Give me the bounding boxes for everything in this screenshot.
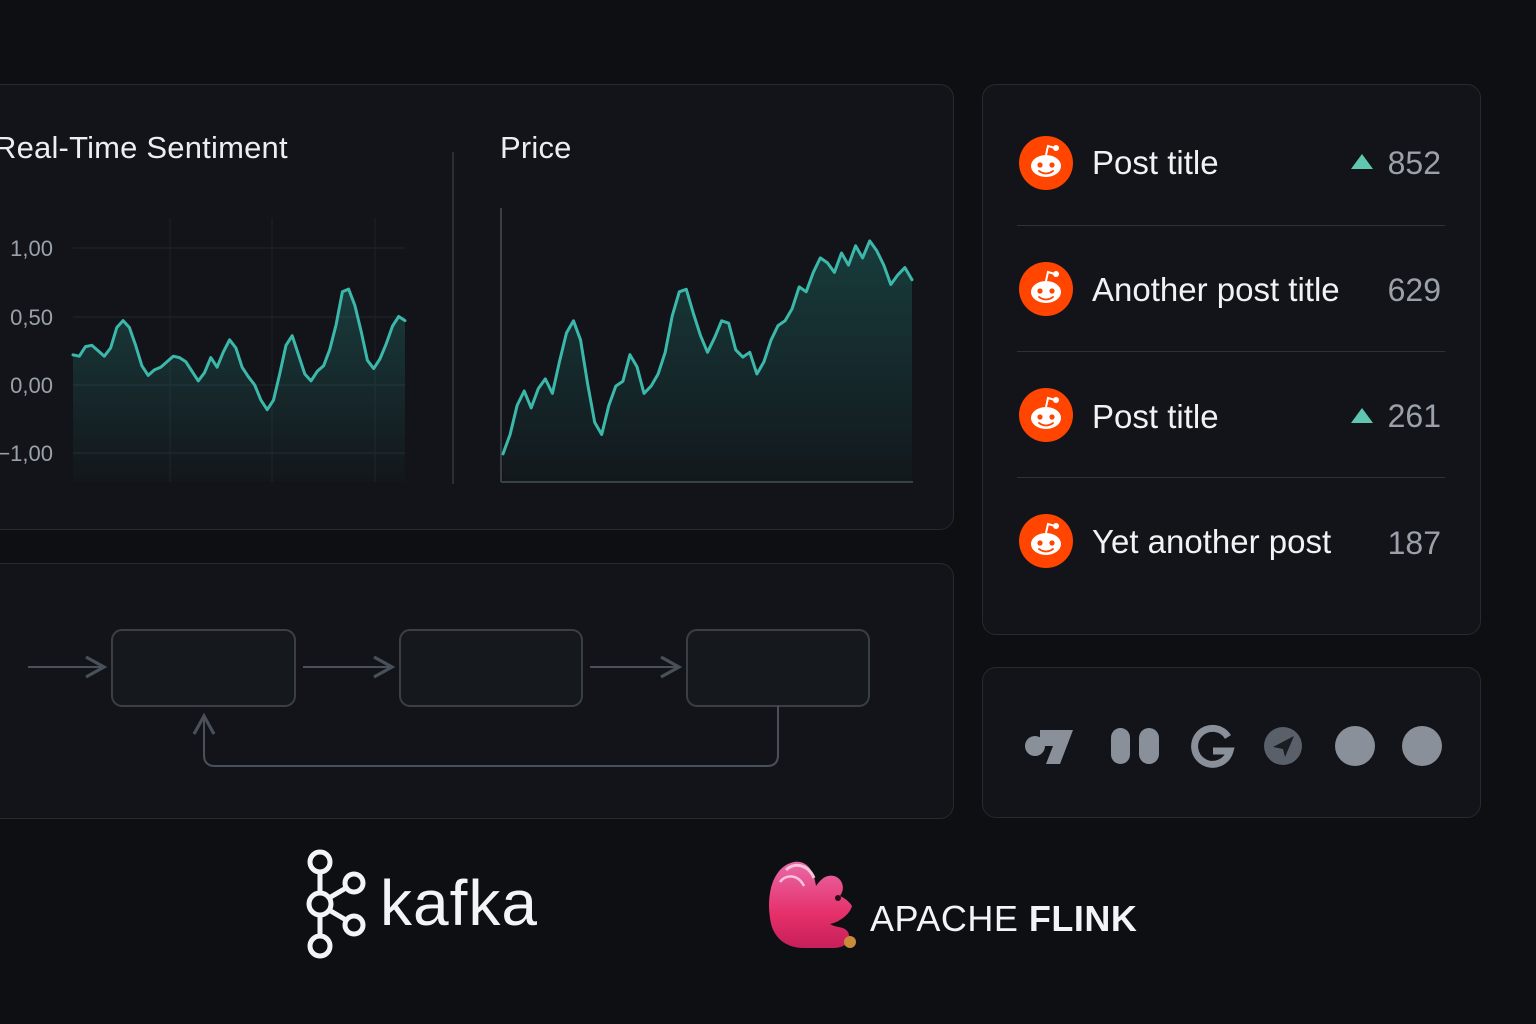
- flink-logo-text-bold: FLINK: [1028, 898, 1138, 939]
- send-icon[interactable]: [1264, 727, 1302, 765]
- kafka-logo-icon: [306, 849, 366, 959]
- circle-icon[interactable]: [1335, 726, 1375, 766]
- flink-logo-text-light: APACHE: [870, 898, 1029, 939]
- source-icons: [1025, 724, 1442, 768]
- google-icon[interactable]: [1191, 724, 1235, 768]
- brand-swirl-icon[interactable]: [1025, 730, 1073, 764]
- pause-pill-icon[interactable]: [1111, 728, 1159, 764]
- kafka-logo-text: kafka: [380, 867, 538, 939]
- flink-logo-text: APACHE FLINK: [870, 898, 1137, 940]
- flink-squirrel-icon: [769, 861, 856, 948]
- circle-icon[interactable]: [1402, 726, 1442, 766]
